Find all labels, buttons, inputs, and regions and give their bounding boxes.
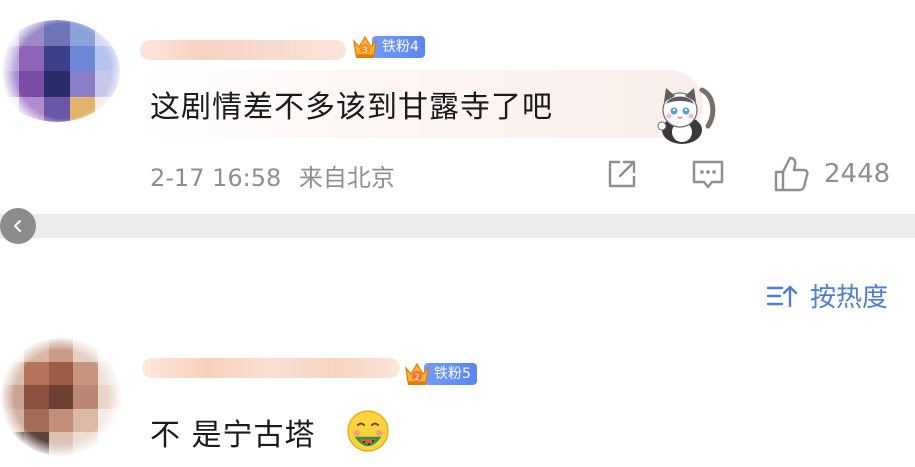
like-button[interactable]: 2448 [772, 154, 890, 194]
sort-label: 按热度 [810, 283, 889, 313]
fan-badge[interactable]: 3 铁粉4 [350, 35, 425, 58]
like-count: 2448 [824, 159, 891, 189]
svg-text:2: 2 [414, 373, 420, 383]
share-icon [608, 160, 636, 188]
reply-button[interactable] [690, 156, 726, 192]
chevron-left-icon [14, 220, 21, 232]
crown-icon: 3 [353, 35, 377, 58]
avatar[interactable] [0, 338, 122, 456]
comment-time: 2-17 16:58 [150, 164, 282, 192]
svg-text:3: 3 [362, 46, 368, 56]
avatar[interactable] [0, 20, 120, 122]
eating-watermelon-emoji [347, 410, 389, 452]
sort-icon [766, 285, 798, 307]
cat-sticker-icon [657, 87, 716, 144]
comment-location: 来自北京 [298, 164, 395, 192]
share-button[interactable] [604, 156, 640, 192]
comment-text: 不 是宁古塔 [150, 418, 316, 453]
thumbs-up-icon [774, 156, 809, 192]
fan-badge[interactable]: 2 铁粉5 [402, 362, 477, 385]
crown-icon: 2 [405, 362, 429, 385]
scroll-left-button[interactable] [0, 208, 36, 244]
comment-icon [692, 160, 724, 189]
username-blurred[interactable] [142, 358, 400, 378]
horizontal-scrollbar[interactable] [0, 214, 915, 238]
comment-text: 这剧情差不多该到甘露寺了吧 [150, 90, 553, 125]
username-blurred[interactable] [140, 40, 346, 60]
sort-by-hot-button[interactable]: 按热度 [766, 277, 888, 314]
comment-meta: 2-17 16:58 来自北京 [150, 158, 405, 193]
